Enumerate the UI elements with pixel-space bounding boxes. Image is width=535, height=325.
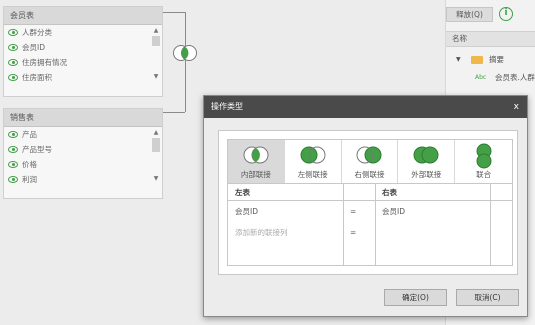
- operator-cell[interactable]: =: [343, 201, 356, 222]
- field-item[interactable]: 利润: [4, 172, 162, 187]
- dialog-title-bar[interactable]: 操作类型 x: [204, 96, 527, 118]
- operator-cell[interactable]: =: [343, 222, 356, 243]
- eye-icon[interactable]: [8, 59, 18, 66]
- field-label: 会员表.人群: [495, 73, 535, 82]
- join-connector-line: [163, 112, 185, 113]
- folder-label: 摘要: [489, 55, 504, 64]
- field-label: 人群分类: [22, 28, 52, 37]
- inner-join-badge-icon[interactable]: [172, 44, 198, 64]
- join-option-left[interactable]: 左侧联接: [285, 140, 342, 183]
- field-label: 价格: [22, 160, 37, 169]
- ok-button[interactable]: 确定(O): [384, 289, 447, 306]
- join-option-label: 外部联接: [411, 170, 442, 179]
- join-type-selector: 内部联接 左侧联接 右侧联接 外部联接 联合: [227, 139, 513, 184]
- field-label: 产品: [22, 130, 37, 139]
- add-join-column-cell[interactable]: 添加新的联接列: [228, 222, 288, 243]
- scroll-thumb[interactable]: [152, 138, 160, 152]
- left-field-cell[interactable]: 会员ID: [228, 201, 258, 222]
- join-option-outer[interactable]: 外部联接: [398, 140, 456, 183]
- folder-item[interactable]: ▼ 摘要: [446, 52, 535, 68]
- join-type-dialog: 操作类型 x 内部联接 左侧联接 右侧联接 外部联接 联合 左表 右表 会员ID…: [203, 95, 528, 317]
- folder-icon: [471, 56, 483, 64]
- eye-icon[interactable]: [8, 29, 18, 36]
- union-icon: [476, 143, 492, 169]
- filter-button[interactable]: 释放(Q): [446, 7, 493, 22]
- scroll-down-icon[interactable]: ▼: [152, 175, 160, 183]
- join-option-right[interactable]: 右侧联接: [342, 140, 399, 183]
- scroll-thumb[interactable]: [152, 36, 160, 46]
- eye-icon[interactable]: [8, 74, 18, 81]
- close-icon[interactable]: x: [514, 96, 519, 118]
- left-join-icon: [300, 146, 326, 164]
- scroll-up-icon[interactable]: ▲: [152, 27, 160, 35]
- vertical-scrollbar[interactable]: ▲ ▼: [152, 129, 160, 185]
- field-item[interactable]: 会员ID: [4, 40, 162, 55]
- member-table-card[interactable]: 会员表 人群分类 会员ID 住房拥有情况 住房面积 ▲ ▼: [3, 6, 163, 97]
- join-option-label: 联合: [476, 170, 492, 179]
- eye-icon[interactable]: [8, 176, 18, 183]
- eye-icon[interactable]: [8, 44, 18, 51]
- join-option-label: 右侧联接: [354, 170, 385, 179]
- field-label: 产品型号: [22, 145, 52, 154]
- member-table-title[interactable]: 会员表: [4, 7, 162, 25]
- field-label: 会员ID: [22, 43, 45, 52]
- join-clause-row[interactable]: 会员ID = 会员ID: [228, 201, 512, 222]
- field-item[interactable]: 价格: [4, 157, 162, 172]
- field-label: 住房面积: [22, 73, 52, 82]
- info-icon[interactable]: i: [499, 7, 513, 21]
- vertical-scrollbar[interactable]: ▲ ▼: [152, 27, 160, 83]
- expand-arrow-icon[interactable]: ▼: [456, 52, 461, 68]
- eye-icon[interactable]: [8, 161, 18, 168]
- dialog-title: 操作类型: [211, 102, 243, 111]
- right-table-header: 右表: [382, 188, 397, 197]
- field-item[interactable]: 住房拥有情况: [4, 55, 162, 70]
- scroll-up-icon[interactable]: ▲: [152, 129, 160, 137]
- left-table-header: 左表: [235, 188, 250, 197]
- field-label: 利润: [22, 175, 37, 184]
- grid-header: 左表 右表: [228, 184, 512, 201]
- join-settings-panel: 内部联接 左侧联接 右侧联接 外部联接 联合 左表 右表 会员ID = 会员ID…: [218, 130, 518, 275]
- field-item[interactable]: 人群分类: [4, 25, 162, 40]
- field-item[interactable]: 产品: [4, 127, 162, 142]
- right-join-icon: [356, 146, 382, 164]
- sales-table-title[interactable]: 销售表: [4, 109, 162, 127]
- join-option-label: 左侧联接: [297, 170, 328, 179]
- join-connector-line: [163, 12, 185, 13]
- join-clause-grid: 左表 右表 会员ID = 会员ID 添加新的联接列 =: [227, 184, 513, 266]
- right-field-cell[interactable]: 会员ID: [375, 201, 405, 222]
- join-option-label: 内部联接: [240, 170, 271, 179]
- scroll-down-icon[interactable]: ▼: [152, 73, 160, 81]
- column-header-name[interactable]: 名称: [446, 31, 535, 47]
- eye-icon[interactable]: [8, 131, 18, 138]
- eye-icon[interactable]: [8, 146, 18, 153]
- right-field-cell[interactable]: [375, 222, 382, 243]
- join-option-union[interactable]: 联合: [455, 140, 512, 183]
- field-label: 住房拥有情况: [22, 58, 67, 67]
- cancel-button[interactable]: 取消(C): [456, 289, 519, 306]
- field-item[interactable]: 住房面积: [4, 70, 162, 85]
- outer-join-icon: [413, 146, 439, 164]
- inner-join-icon: [243, 146, 269, 164]
- sales-table-card[interactable]: 销售表 产品 产品型号 价格 利润 ▲ ▼: [3, 108, 163, 199]
- join-clause-row[interactable]: 添加新的联接列 =: [228, 222, 512, 243]
- field-item[interactable]: 产品型号: [4, 142, 162, 157]
- string-type-icon: Abc: [475, 74, 487, 81]
- field-item[interactable]: Abc 会员表.人群: [446, 70, 535, 86]
- join-option-inner[interactable]: 内部联接: [228, 140, 285, 183]
